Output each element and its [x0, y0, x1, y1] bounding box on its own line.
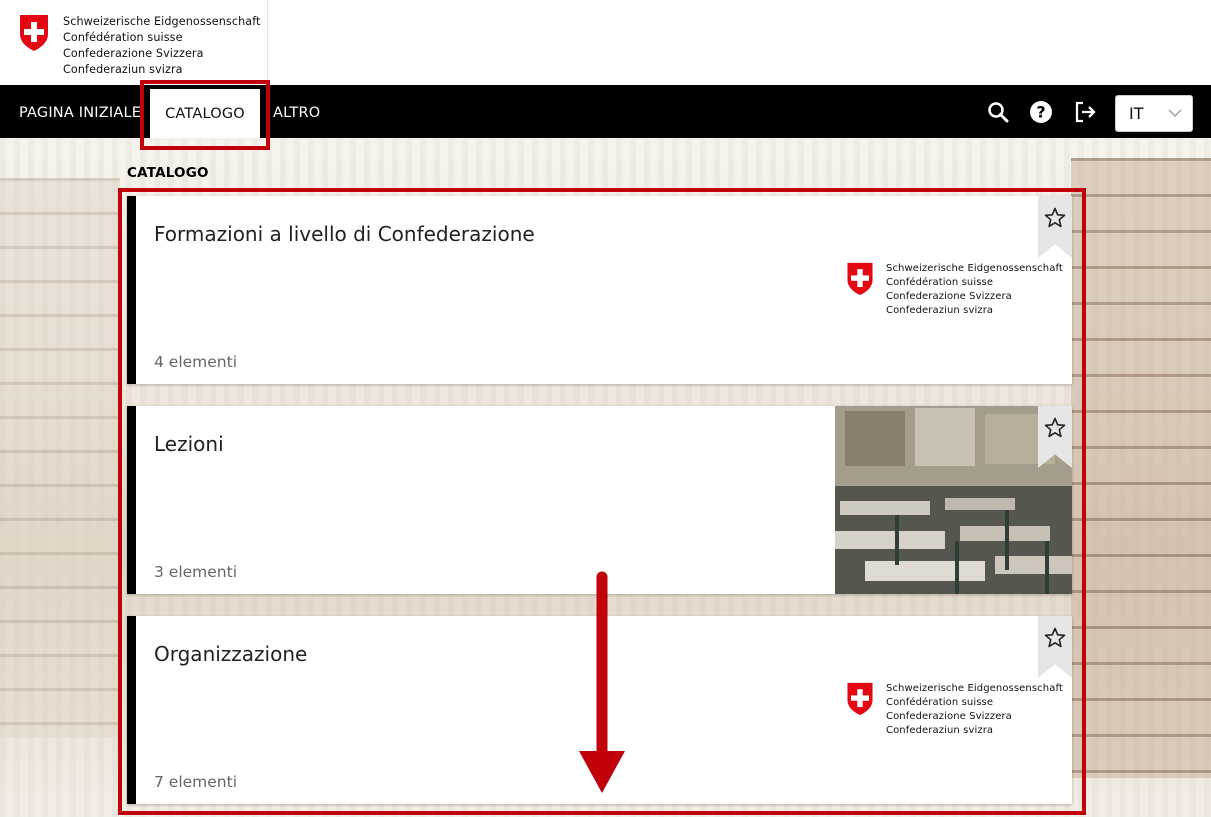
confederation-logo[interactable]: Schweizerische Eidgenossenschaft Confédé…	[0, 0, 268, 85]
svg-text:?: ?	[1036, 102, 1045, 121]
scroll-down-arrow	[579, 571, 625, 793]
favorite-toggle[interactable]	[1038, 616, 1072, 678]
site-header: Schweizerische Eidgenossenschaft Confédé…	[0, 0, 1211, 85]
card-confederation-logo: Schweizerische Eidgenossenschaft Confédé…	[845, 262, 1071, 322]
logo-line: Confederazione Svizzera	[63, 47, 204, 60]
card-count: 4 elementi	[154, 353, 238, 371]
search-icon[interactable]	[985, 85, 1011, 138]
logo-line: Schweizerische Eidgenossenschaft	[886, 683, 1063, 694]
card-title: Organizzazione	[154, 642, 308, 666]
page-title: CATALOGO	[127, 165, 209, 181]
star-icon	[1044, 627, 1066, 648]
language-select[interactable]: IT	[1115, 95, 1193, 132]
card-title: Formazioni a livello di Confederazione	[154, 222, 535, 246]
logo-line: Confédération suisse	[886, 697, 994, 708]
logo-line: Confederaziun svizra	[63, 63, 183, 76]
star-icon	[1044, 207, 1066, 228]
logo-line: Confederazione Svizzera	[886, 291, 1012, 302]
nav-home[interactable]: PAGINA INIZIALE	[19, 85, 141, 138]
catalog-card[interactable]: Lezioni 3 elementi	[127, 406, 1072, 594]
star-icon	[1044, 417, 1066, 438]
card-count: 7 elementi	[154, 773, 238, 791]
catalog-highlight-box	[140, 80, 270, 150]
chevron-down-icon	[1168, 109, 1182, 118]
favorite-toggle[interactable]	[1038, 406, 1072, 468]
logo-line: Confederaziun svizra	[886, 725, 994, 736]
logout-icon[interactable]	[1072, 85, 1098, 138]
card-title: Lezioni	[154, 432, 224, 456]
swiss-shield-icon	[20, 15, 48, 51]
logo-line: Confederazione Svizzera	[886, 711, 1012, 722]
card-count: 3 elementi	[154, 563, 238, 581]
card-confederation-logo: Schweizerische Eidgenossenschaft Confédé…	[845, 682, 1071, 742]
swiss-shield-icon	[847, 262, 873, 296]
logo-line: Confédération suisse	[63, 31, 183, 44]
logo-line: Confédération suisse	[886, 277, 994, 288]
favorite-toggle[interactable]	[1038, 196, 1072, 258]
swiss-shield-icon	[847, 682, 873, 716]
language-value: IT	[1129, 104, 1144, 123]
catalog-card[interactable]: Formazioni a livello di Confederazione 4…	[127, 196, 1072, 384]
nav-altro[interactable]: ALTRO	[273, 85, 320, 138]
logo-line: Schweizerische Eidgenossenschaft	[886, 263, 1063, 274]
classroom-photo	[835, 406, 1072, 594]
logo-line: Schweizerische Eidgenossenschaft	[63, 15, 261, 28]
logo-line: Confederaziun svizra	[886, 305, 994, 316]
help-icon[interactable]: ?	[1028, 85, 1054, 138]
